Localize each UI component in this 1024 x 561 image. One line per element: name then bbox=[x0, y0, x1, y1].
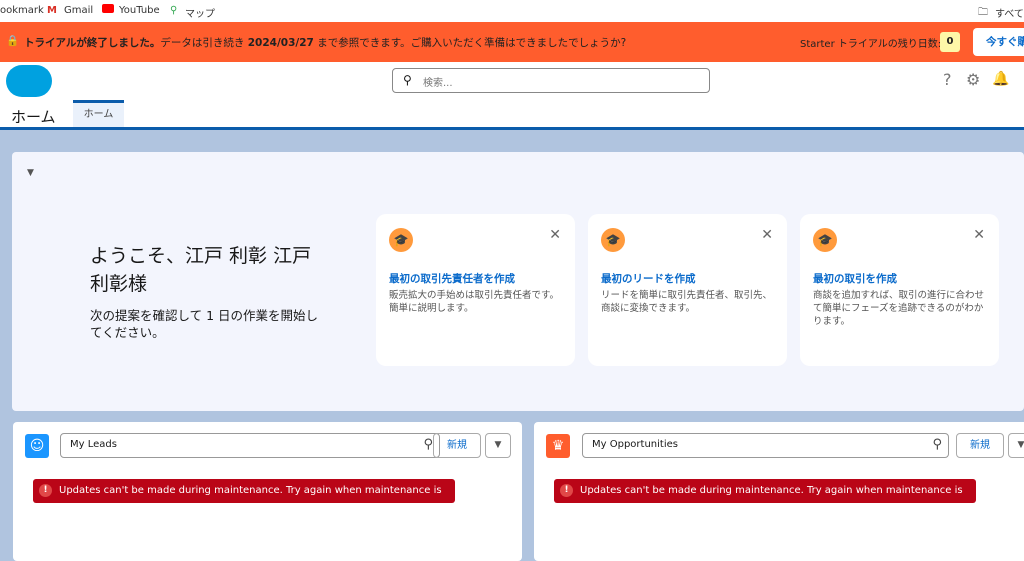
buy-now-button[interactable]: 今すぐ購 bbox=[973, 28, 1024, 56]
graduation-cap-icon: 🎓 bbox=[601, 228, 625, 252]
bookmark-youtube[interactable]: YouTube bbox=[119, 5, 160, 16]
banner-message: トライアルが終了しました。データは引き続き 2024/03/27 まで参照できま… bbox=[24, 35, 626, 50]
remaining-label: Starter トライアルの残り日数: bbox=[800, 39, 942, 50]
list-view-selector[interactable]: My Leads ⚲ bbox=[60, 433, 440, 458]
remaining-days: 0 bbox=[940, 32, 960, 52]
collapse-toggle-icon[interactable]: ▼ bbox=[27, 168, 34, 178]
card-title[interactable]: 最初の取引を作成 bbox=[813, 271, 897, 286]
graduation-cap-icon: 🎓 bbox=[813, 228, 837, 252]
chevron-down-icon[interactable]: ▼ bbox=[485, 433, 511, 458]
banner-bold: トライアルが終了しました。 bbox=[24, 37, 161, 49]
new-button[interactable]: 新規 bbox=[433, 433, 481, 458]
banner-text2: まで参照できます。ご購入いただく準備はできましたでしょうか? bbox=[317, 37, 627, 49]
suggestion-card: 🎓 ✕ 最初の取引先責任者を作成販売拡大の手始めは取引先責任者です。簡単に説明します… bbox=[376, 214, 575, 366]
list-view-name: My Leads bbox=[70, 439, 117, 450]
salesforce-logo[interactable] bbox=[6, 65, 52, 97]
bookmark-item[interactable]: ookmark bbox=[0, 5, 44, 16]
close-icon[interactable]: ✕ bbox=[549, 227, 561, 243]
graduation-cap-icon: 🎓 bbox=[389, 228, 413, 252]
search-icon: ⚲ bbox=[403, 73, 412, 87]
welcome-title: ようこそ、江戸 利彰 江戸 利彰様 bbox=[90, 245, 312, 295]
leads-panel: ☺ My Leads ⚲ 新規 ▼ ! Updates can't be made … bbox=[13, 422, 522, 561]
crown-icon: ♛ bbox=[546, 434, 570, 458]
error-icon: ! bbox=[39, 484, 52, 497]
card-description: 販売拡大の手始めは取引先責任者です。簡単に説明します。 bbox=[389, 290, 560, 314]
opportunities-panel: ♛ My Opportunities ⚲ 新規 ▼ ! Updates can't … bbox=[534, 422, 1024, 561]
card-description: 商談を追加すれば、取引の進行に合わせて簡単にフェーズを追跡できるのがわかります。 bbox=[813, 290, 985, 327]
card-title[interactable]: 最初のリードを作成 bbox=[601, 271, 696, 286]
list-view-selector[interactable]: My Opportunities ⚲ bbox=[582, 433, 949, 458]
chevron-down-icon[interactable]: ▼ bbox=[1008, 433, 1024, 458]
error-message: ! Updates can't be made during maintenanc… bbox=[33, 479, 455, 520]
gear-icon[interactable]: ⚙ bbox=[966, 70, 980, 89]
nav-bar: ホーム ホーム bbox=[0, 100, 1024, 130]
global-header: ⚲ 検索... ? ⚙ 🔔 bbox=[0, 62, 1024, 100]
new-button[interactable]: 新規 bbox=[956, 433, 1004, 458]
suggestion-card: 🎓 ✕ 最初のリードを作成リードを簡単に取引先責任者、取引先、商談に変換できます。 bbox=[588, 214, 787, 366]
search-placeholder: 検索... bbox=[423, 78, 453, 89]
banner-date: 2024/03/27 bbox=[247, 37, 314, 49]
close-icon[interactable]: ✕ bbox=[761, 227, 773, 243]
global-search-input[interactable]: ⚲ 検索... bbox=[392, 68, 710, 93]
bookmark-maps[interactable]: マップ bbox=[185, 5, 215, 20]
welcome-subtitle: 次の提案を確認して 1 日の作業を開始してください。 bbox=[90, 308, 319, 340]
youtube-icon bbox=[102, 4, 114, 13]
banner-text1: データは引き続き bbox=[160, 37, 245, 49]
lock-icon: 🔒 bbox=[6, 35, 20, 47]
close-icon[interactable]: ✕ bbox=[973, 227, 985, 243]
suggestion-card: 🎓 ✕ 最初の取引を作成商談を追加すれば、取引の進行に合わせて簡単にフェーズを追跡で… bbox=[800, 214, 999, 366]
error-icon: ! bbox=[560, 484, 573, 497]
tab-home[interactable]: ホーム bbox=[73, 100, 124, 127]
error-text: Updates can't be made during maintenance… bbox=[580, 485, 963, 520]
error-text: Updates can't be made during maintenance… bbox=[59, 485, 442, 520]
bell-icon[interactable]: 🔔 bbox=[992, 71, 1009, 87]
bookmarks-bar: ookmark M Gmail YouTube ⚲ マップ 🗀 すべての bbox=[0, 0, 1024, 35]
search-icon[interactable]: ⚲ bbox=[932, 437, 942, 452]
search-icon[interactable]: ⚲ bbox=[423, 437, 433, 452]
card-description: リードを簡単に取引先責任者、取引先、商談に変換できます。 bbox=[601, 290, 773, 314]
trial-banner: 🔒 トライアルが終了しました。データは引き続き 2024/03/27 まで参照で… bbox=[0, 22, 1024, 62]
error-message: ! Updates can't be made during maintenanc… bbox=[554, 479, 976, 520]
gmail-icon: M bbox=[47, 5, 57, 16]
help-icon[interactable]: ? bbox=[943, 70, 952, 89]
list-view-name: My Opportunities bbox=[592, 439, 678, 450]
lead-icon: ☺ bbox=[25, 434, 49, 458]
maps-icon: ⚲ bbox=[170, 5, 178, 16]
card-title[interactable]: 最初の取引先責任者を作成 bbox=[389, 271, 515, 286]
bookmark-gmail[interactable]: Gmail bbox=[64, 5, 93, 16]
app-name: ホーム bbox=[11, 108, 56, 126]
folder-icon: 🗀 bbox=[978, 7, 988, 18]
